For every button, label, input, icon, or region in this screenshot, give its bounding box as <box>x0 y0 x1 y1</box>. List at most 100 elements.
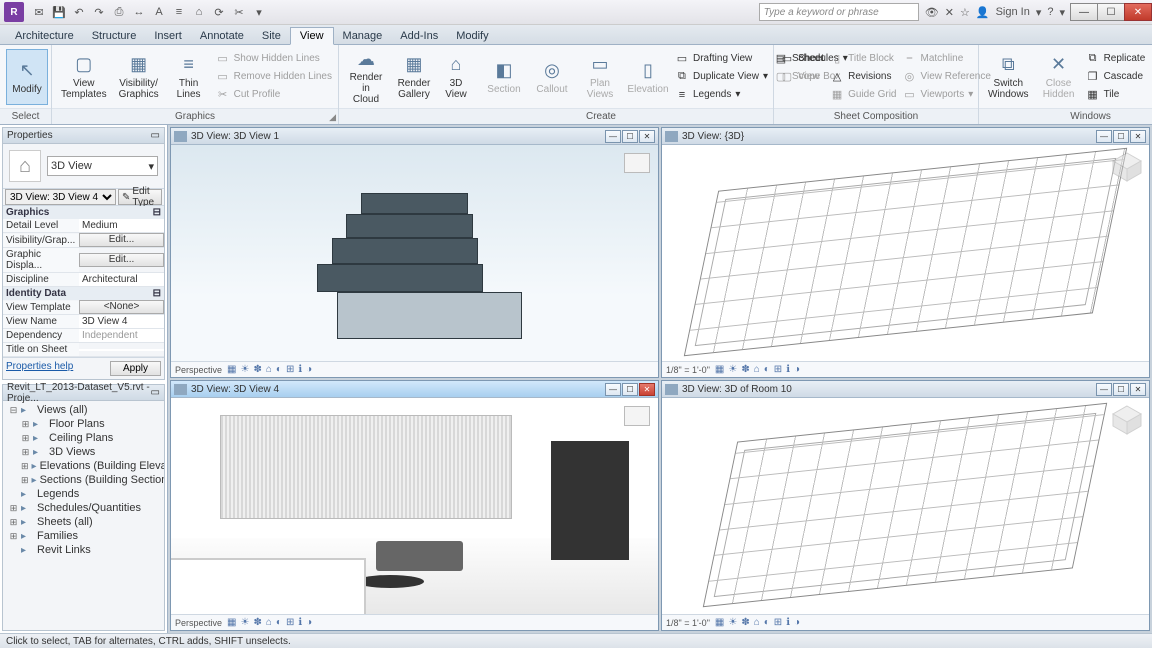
visibility-button[interactable]: ▦Visibility/ Graphics <box>116 49 162 105</box>
vs-icon[interactable]: ◐ <box>764 617 770 628</box>
view-max-button[interactable]: ☐ <box>1113 383 1129 396</box>
thumbnail[interactable] <box>624 406 650 426</box>
row-discipline[interactable]: DisciplineArchitectural <box>3 273 164 287</box>
tree-item[interactable]: ⊞▸Floor Plans <box>5 417 162 431</box>
row-graphic-display[interactable]: Graphic Displa...Edit... <box>3 248 164 273</box>
vs-icon[interactable]: ☀ <box>728 617 737 628</box>
row-visibility[interactable]: Visibility/Grap...Edit... <box>3 233 164 248</box>
exchange-icon[interactable]: ✕ <box>945 6 954 19</box>
expand-icon[interactable] <box>9 545 18 555</box>
model[interactable] <box>684 148 1128 357</box>
switch-windows-button[interactable]: ⧉Switch Windows <box>985 49 1032 105</box>
view-min-button[interactable]: — <box>1096 130 1112 143</box>
vs-icon[interactable]: ✽ <box>253 364 261 375</box>
value-button[interactable]: <None> <box>79 300 164 314</box>
vs-icon[interactable]: ☀ <box>240 617 249 628</box>
type-dropdown[interactable]: 3D View▾ <box>47 156 158 176</box>
qat-print-icon[interactable]: ⎙ <box>110 3 128 21</box>
value[interactable]: 3D View 4 <box>79 315 164 328</box>
expand-icon[interactable]: ⊞ <box>21 461 29 472</box>
edit-button[interactable]: Edit... <box>79 233 164 247</box>
view-close-button[interactable]: ✕ <box>639 130 655 143</box>
row-view-template[interactable]: View Template<None> <box>3 300 164 315</box>
view-min-button[interactable]: — <box>605 130 621 143</box>
help-icon[interactable]: ? <box>1047 6 1053 18</box>
tab-structure[interactable]: Structure <box>83 28 146 44</box>
expand-icon[interactable]: ⊟ <box>9 405 18 416</box>
view-close-button[interactable]: ✕ <box>1130 130 1146 143</box>
row-view-name[interactable]: View Name3D View 4 <box>3 315 164 329</box>
vs-icon[interactable]: ℹ <box>298 617 302 628</box>
expand-icon[interactable]: ⊞ <box>21 447 30 458</box>
vs-icon[interactable]: ⊞ <box>774 617 782 628</box>
view-min-button[interactable]: — <box>1096 383 1112 396</box>
view-min-button[interactable]: — <box>605 383 621 396</box>
view-max-button[interactable]: ☐ <box>622 383 638 396</box>
qat-dropdown-icon[interactable]: ▾ <box>250 3 268 21</box>
vs-icon[interactable]: ◑ <box>306 617 312 628</box>
vs-icon[interactable]: ⌂ <box>754 364 760 375</box>
group-identity[interactable]: Identity Data⊟ <box>3 287 164 300</box>
view-titlebar[interactable]: 3D View: {3D} — ☐ ✕ <box>662 128 1149 145</box>
view-titlebar[interactable]: 3D View: 3D of Room 10 — ☐ ✕ <box>662 381 1149 398</box>
qat-3d-icon[interactable]: ⌂ <box>190 3 208 21</box>
duplicate-view-button[interactable]: ⧉Duplicate View ▾ <box>675 68 768 85</box>
search-input[interactable]: Type a keyword or phrase <box>759 3 919 21</box>
vs-icon[interactable]: ✽ <box>741 617 749 628</box>
vs-icon[interactable]: ▦ <box>227 364 236 375</box>
user-icon[interactable]: 👤 <box>976 6 990 19</box>
qat-measure-icon[interactable]: ↔ <box>130 3 148 21</box>
qat-section-icon[interactable]: ✂ <box>230 3 248 21</box>
signin-dropdown-icon[interactable]: ▾ <box>1036 6 1042 19</box>
row-detail-level[interactable]: Detail LevelMedium <box>3 219 164 233</box>
tab-view[interactable]: View <box>290 27 334 45</box>
vs-icon[interactable]: ⌂ <box>754 617 760 628</box>
tab-architecture[interactable]: Architecture <box>6 28 83 44</box>
render-cloud-button[interactable]: ☁Render in Cloud <box>345 49 387 105</box>
tree-item[interactable]: ⊞▸Ceiling Plans <box>5 431 162 445</box>
model[interactable] <box>703 403 1108 608</box>
help-dropdown-icon[interactable]: ▾ <box>1059 6 1065 19</box>
subscription-icon[interactable]: 👁 <box>925 6 939 19</box>
vs-icon[interactable]: ▦ <box>227 617 236 628</box>
thin-lines-button[interactable]: ≡Thin Lines <box>168 49 210 105</box>
tree-item[interactable]: ⊞▸Sections (Building Section) <box>5 473 162 487</box>
group-graphics[interactable]: Graphics⊟ <box>3 206 164 219</box>
edit-type-button[interactable]: ✎Edit Type <box>118 189 162 205</box>
view-max-button[interactable]: ☐ <box>622 130 638 143</box>
palette-menu-icon[interactable]: ▭ <box>151 387 160 398</box>
expand-icon[interactable]: ⊞ <box>21 475 29 486</box>
scale-text[interactable]: 1/8" = 1'-0" <box>666 618 710 628</box>
expand-icon[interactable]: ⊞ <box>21 419 30 430</box>
modify-button[interactable]: ↖Modify <box>6 49 48 105</box>
tree-item[interactable]: ▸Revit Links <box>5 543 162 557</box>
tab-site[interactable]: Site <box>253 28 290 44</box>
close-button[interactable]: ✕ <box>1124 3 1152 21</box>
maximize-button[interactable]: ☐ <box>1097 3 1125 21</box>
view-templates-button[interactable]: ▢View Templates <box>58 49 110 105</box>
qat-redo-icon[interactable]: ↷ <box>90 3 108 21</box>
vs-icon[interactable]: ☀ <box>240 364 249 375</box>
tree-item[interactable]: ⊟▸Views (all) <box>5 403 162 417</box>
tree-item[interactable]: ⊞▸Families <box>5 529 162 543</box>
value[interactable]: Medium <box>79 219 164 232</box>
tree-item[interactable]: ⊞▸Schedules/Quantities <box>5 501 162 515</box>
vs-icon[interactable]: ◑ <box>306 364 312 375</box>
viewcube[interactable] <box>1111 404 1143 436</box>
browser-tree[interactable]: ⊟▸Views (all)⊞▸Floor Plans⊞▸Ceiling Plan… <box>3 401 164 630</box>
vs-icon[interactable]: ⌂ <box>266 364 272 375</box>
vs-icon[interactable]: ▦ <box>715 617 724 628</box>
legends-button[interactable]: ≡Legends ▾ <box>675 86 768 103</box>
vs-icon[interactable]: ⌂ <box>266 617 272 628</box>
replicate-button[interactable]: ⧉Replicate <box>1086 50 1146 67</box>
qat-save-icon[interactable]: 💾 <box>50 3 68 21</box>
apply-button[interactable]: Apply <box>110 361 161 376</box>
thumbnail[interactable] <box>624 153 650 173</box>
expand-icon[interactable]: ⊞ <box>9 503 18 514</box>
expand-icon[interactable]: ⊞ <box>9 517 18 528</box>
scale-text[interactable]: Perspective <box>175 365 222 375</box>
tab-insert[interactable]: Insert <box>145 28 191 44</box>
vs-icon[interactable]: ⊞ <box>774 364 782 375</box>
browser-title[interactable]: Revit_LT_2013-Dataset_V5.rvt - Proje...▭ <box>3 385 164 401</box>
viewcube[interactable] <box>1111 151 1143 183</box>
